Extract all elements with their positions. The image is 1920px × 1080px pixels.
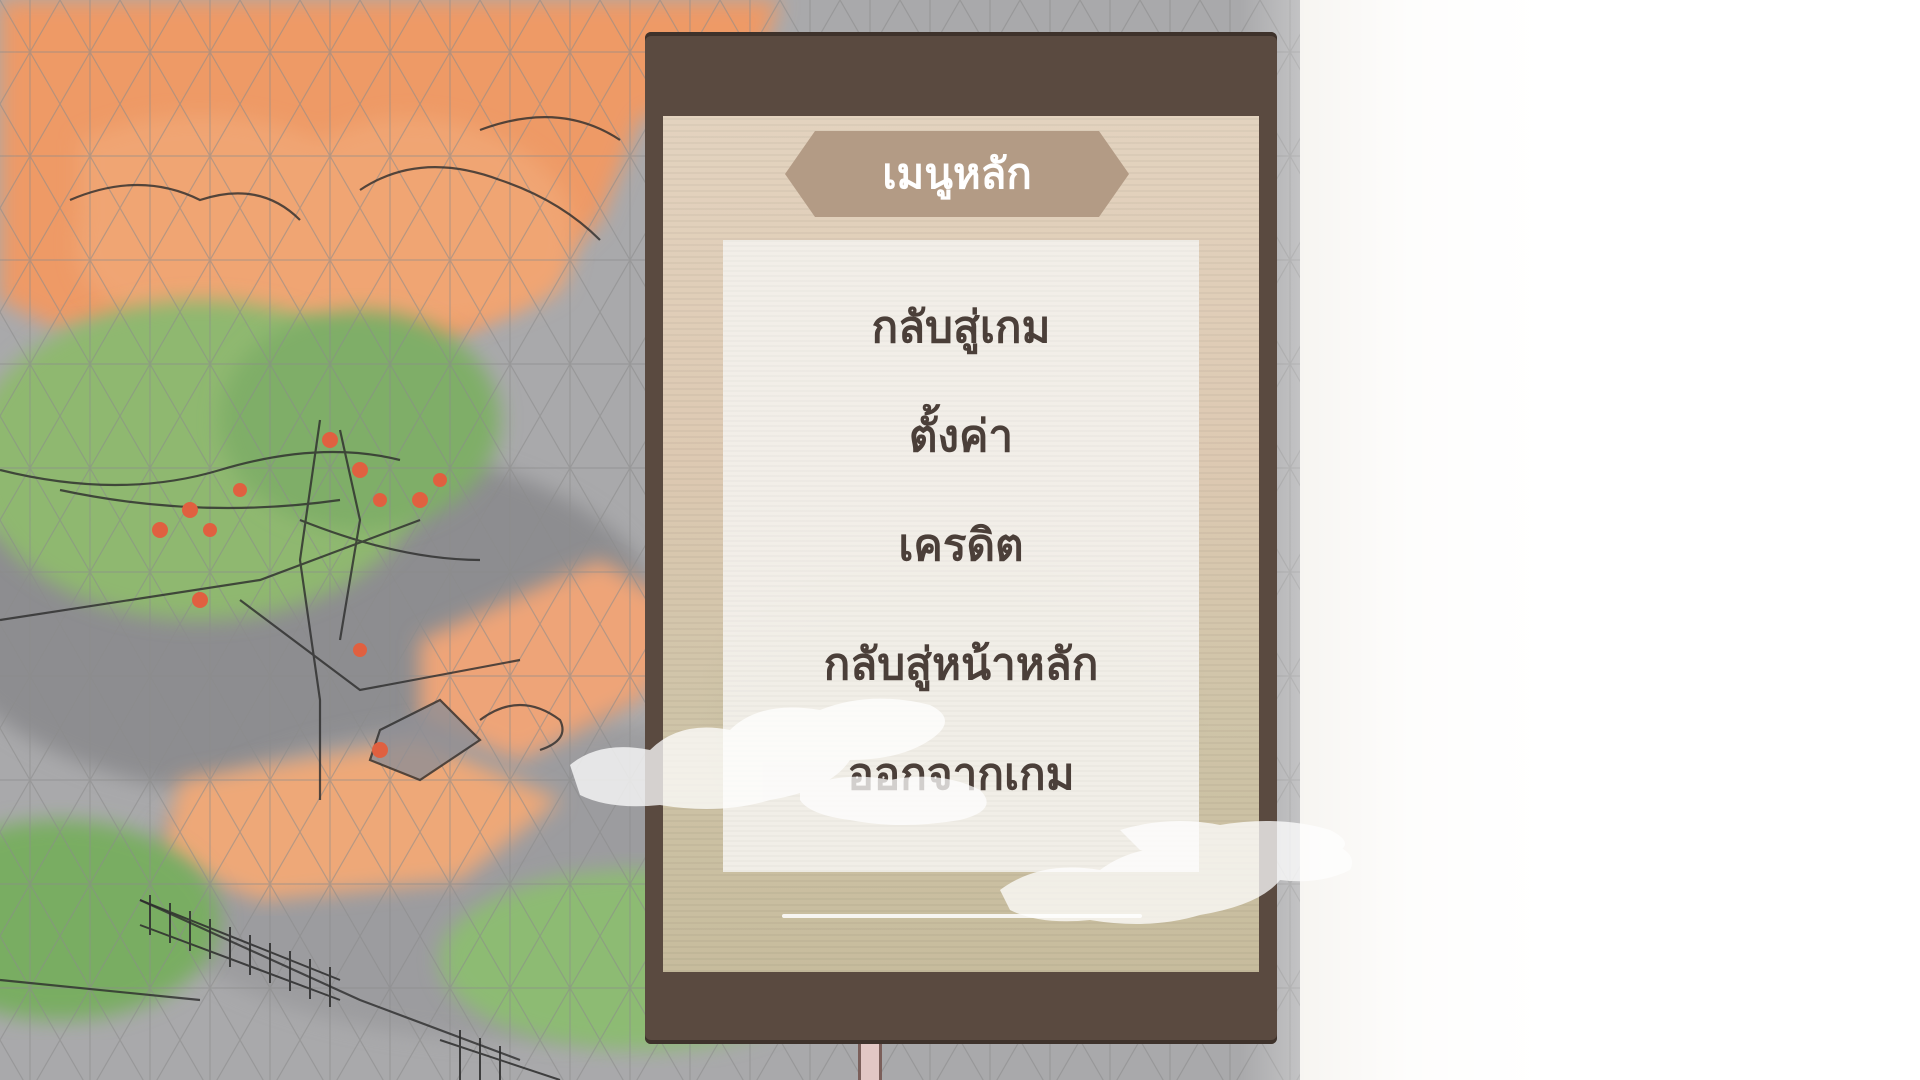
game-screen: เมนูหลัก กลับสู่เกม ตั้งค่า เครดิต กลับส… (0, 0, 1920, 1080)
settings-button[interactable]: ตั้งค่า (723, 402, 1199, 472)
credits-button[interactable]: เครดิต (723, 511, 1199, 581)
signpost-pole (858, 1044, 882, 1080)
decorative-divider (782, 914, 1142, 918)
back-to-main-menu-button[interactable]: กลับสู่หน้าหลัก (723, 630, 1199, 700)
menu-title: เมนูหลัก (882, 149, 1032, 198)
resume-game-button[interactable]: กลับสู่เกม (723, 293, 1199, 363)
quit-game-button[interactable]: ออกจากเกม (723, 740, 1199, 810)
faded-scenery (1240, 0, 1920, 1080)
